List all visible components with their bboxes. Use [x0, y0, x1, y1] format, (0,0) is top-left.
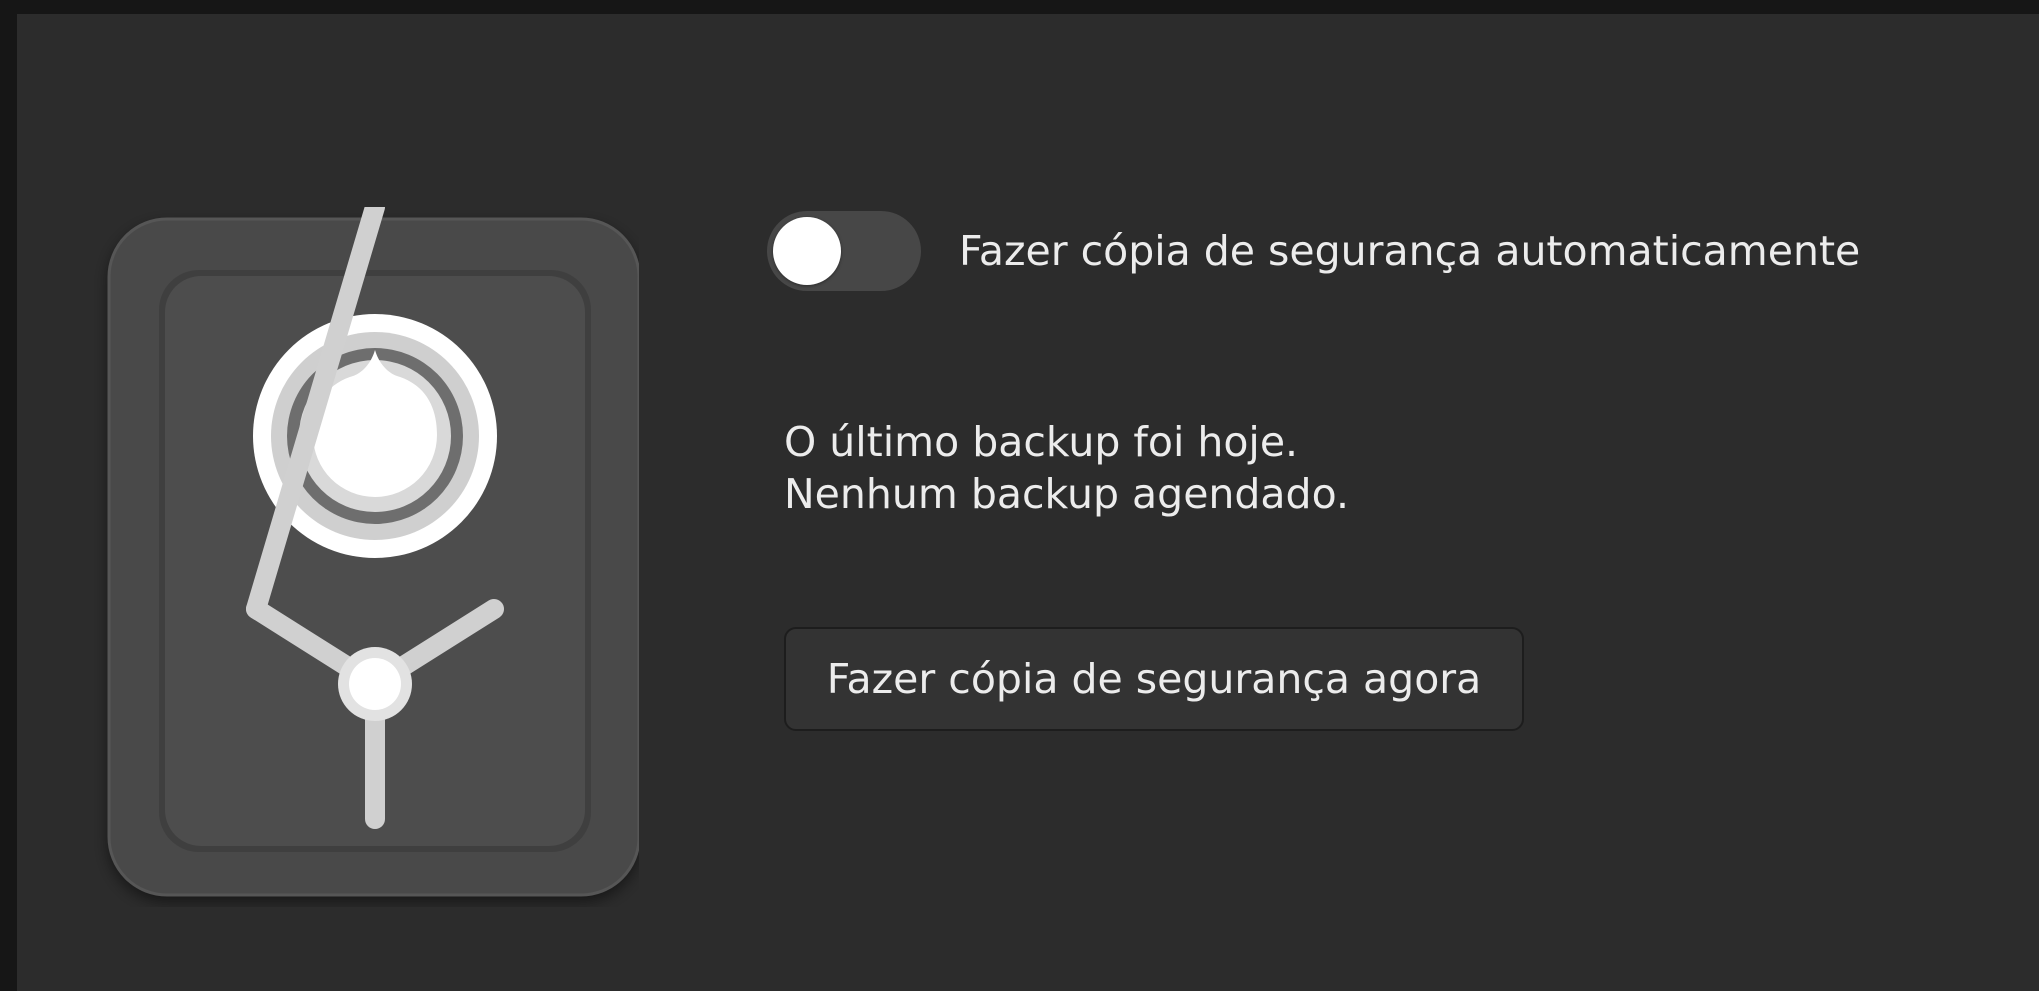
- toggle-knob: [773, 217, 841, 285]
- auto-backup-toggle[interactable]: [767, 211, 921, 291]
- backup-status: O último backup foi hoje. Nenhum backup …: [784, 416, 1349, 520]
- auto-backup-row: Fazer cópia de segurança automaticamente: [767, 209, 1860, 293]
- auto-backup-label: Fazer cópia de segurança automaticamente: [959, 226, 1861, 275]
- backup-now-button[interactable]: Fazer cópia de segurança agora: [784, 627, 1524, 731]
- next-backup-text: Nenhum backup agendado.: [784, 470, 1349, 518]
- vault-safe-icon: [91, 207, 639, 907]
- last-backup-text: O último backup foi hoje.: [784, 418, 1299, 466]
